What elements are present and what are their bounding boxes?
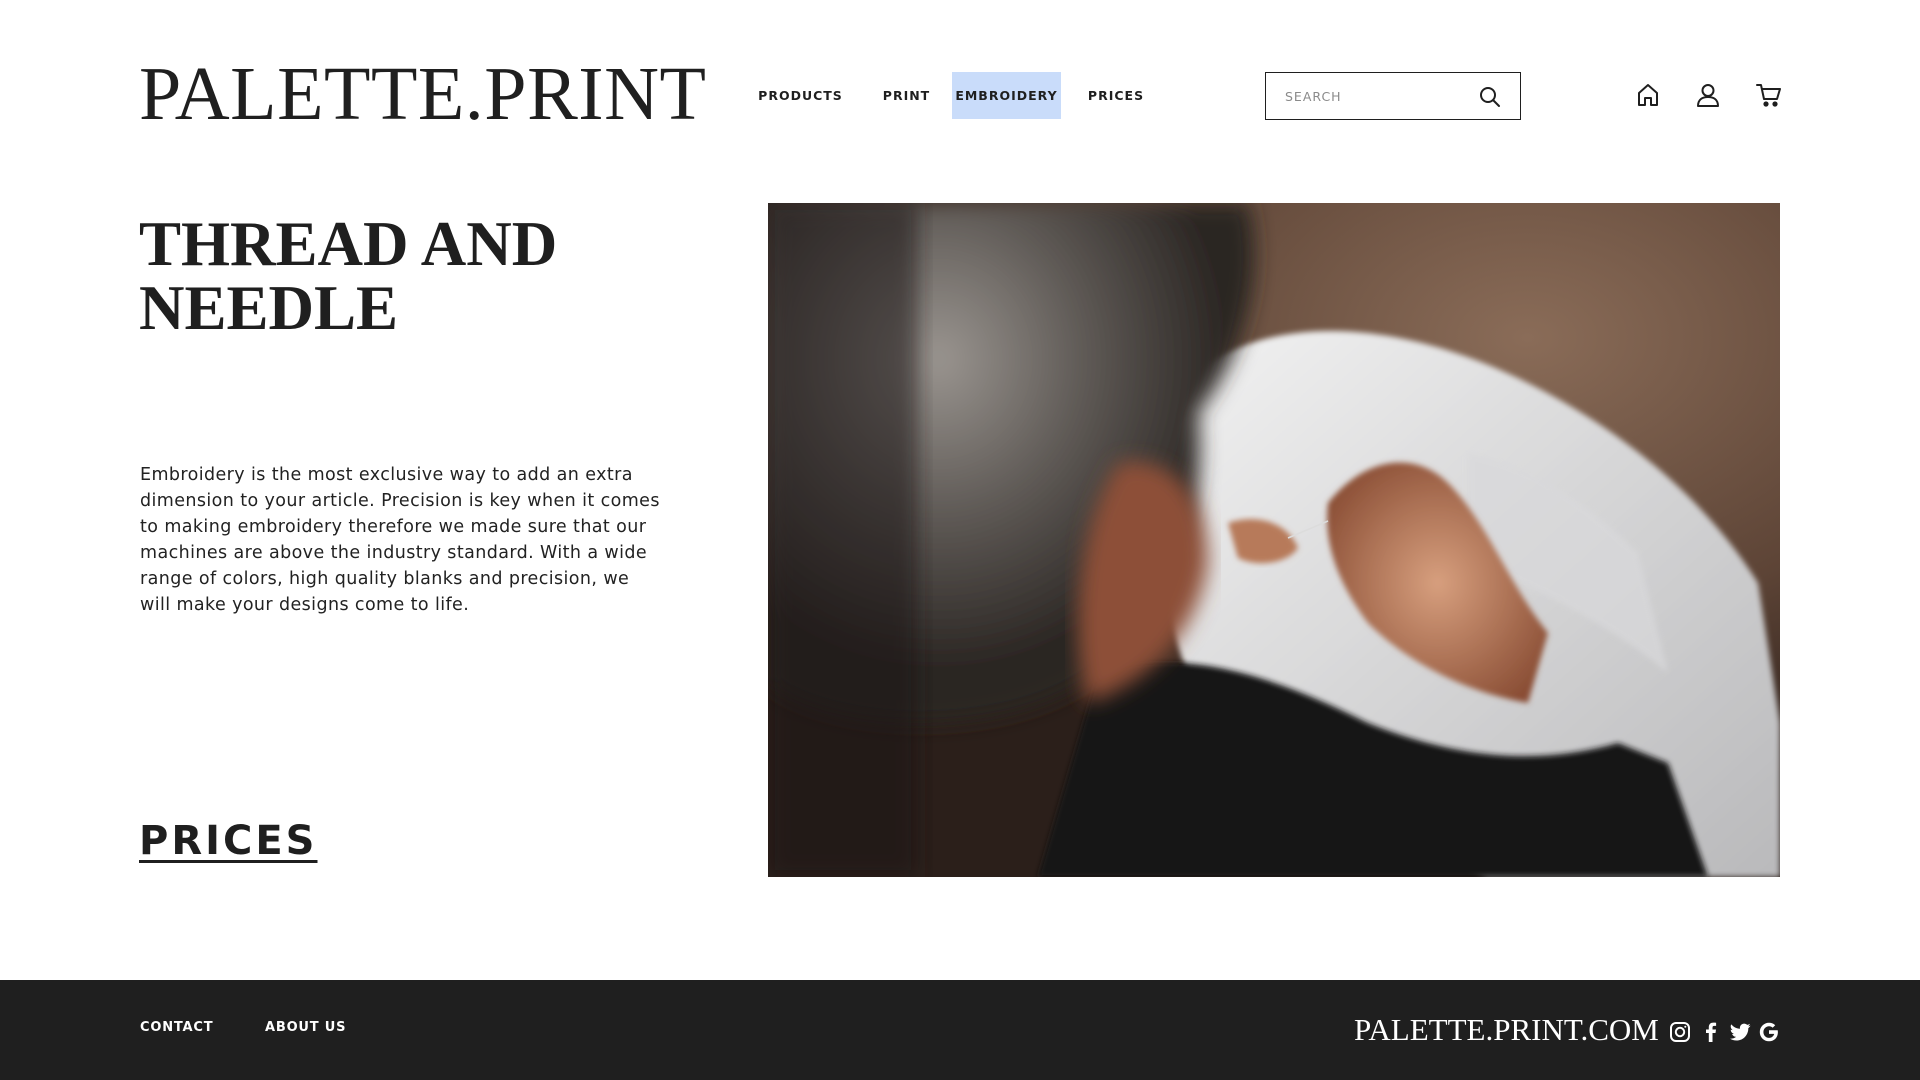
footer-domain[interactable]: PALETTE.PRINT.COM <box>1354 1014 1659 1045</box>
hero-title: THREAD AND NEEDLE <box>139 209 558 343</box>
nav-products[interactable]: PRODUCTS <box>752 72 849 119</box>
footer-contact-link[interactable]: CONTACT <box>140 1020 213 1035</box>
nav-embroidery[interactable]: EMBROIDERY <box>952 72 1061 119</box>
site-logo[interactable]: PALETTE.PRINT <box>139 56 706 132</box>
nav-prices[interactable]: PRICES <box>1079 72 1153 119</box>
search-input[interactable] <box>1266 73 1466 119</box>
search-icon[interactable] <box>1478 85 1502 109</box>
user-icon[interactable] <box>1695 82 1721 108</box>
site-footer: CONTACT ABOUT US PALETTE.PRINT.COM <box>0 980 1920 1080</box>
home-icon[interactable] <box>1635 82 1661 108</box>
nav-print[interactable]: PRINT <box>874 72 939 119</box>
hero-image <box>768 203 1780 877</box>
twitter-icon[interactable] <box>1728 1020 1752 1044</box>
hero-description: Embroidery is the most exclusive way to … <box>140 465 660 615</box>
google-icon[interactable] <box>1757 1020 1781 1044</box>
cart-icon[interactable] <box>1756 82 1782 108</box>
search-box <box>1265 72 1521 120</box>
instagram-icon[interactable] <box>1668 1020 1692 1044</box>
footer-about-link[interactable]: ABOUT US <box>265 1020 346 1035</box>
prices-link[interactable]: PRICES <box>139 818 318 864</box>
facebook-icon[interactable] <box>1699 1020 1723 1044</box>
